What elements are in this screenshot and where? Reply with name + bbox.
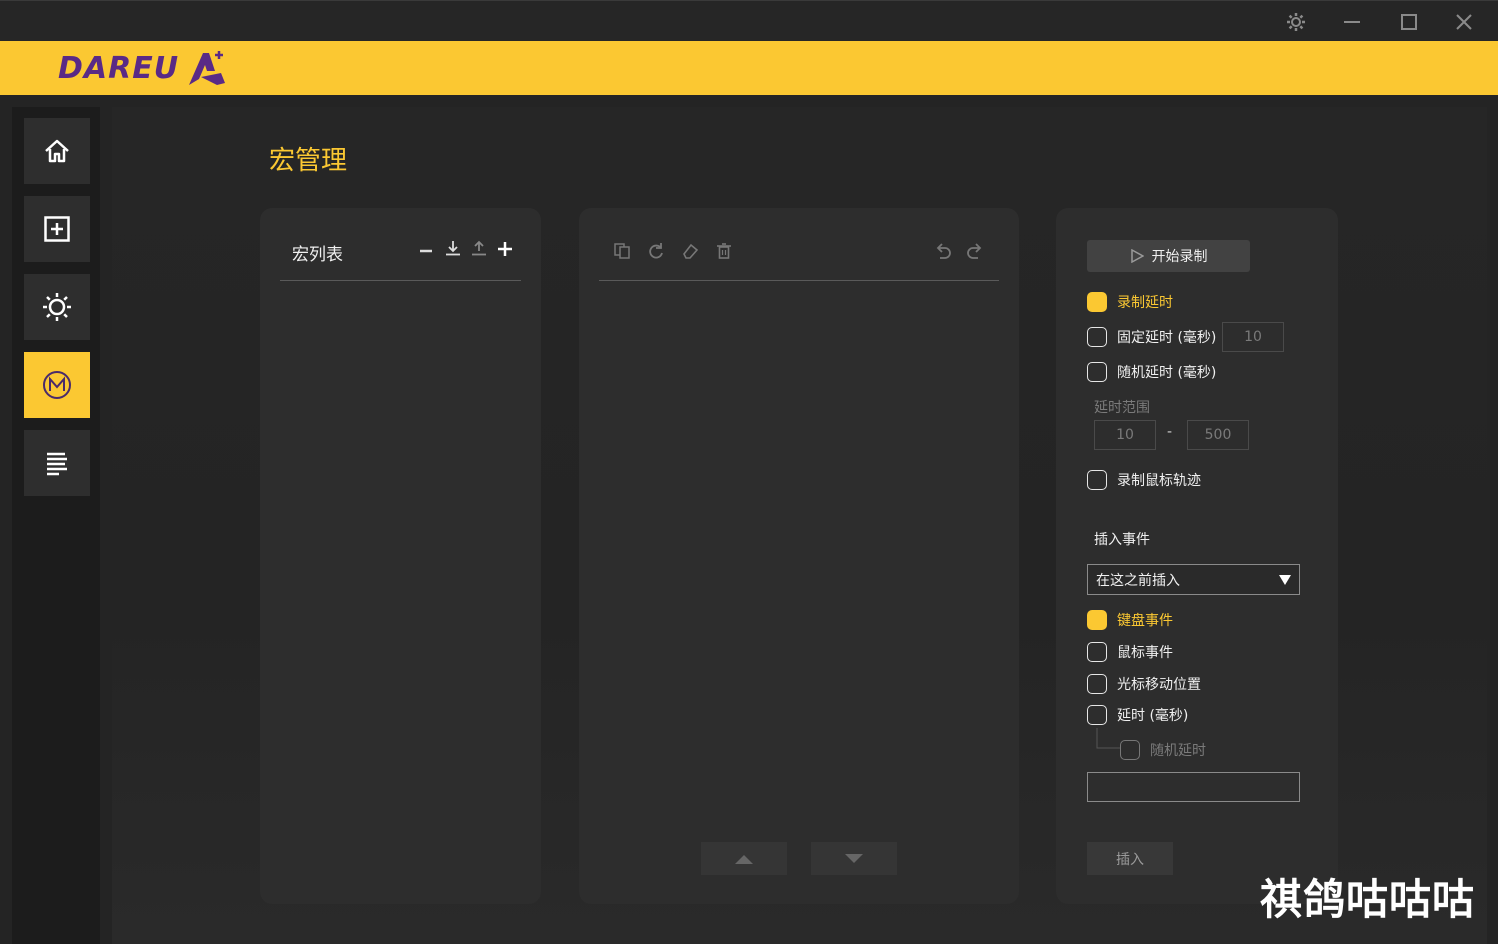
insert-position-select[interactable]: 在这之前插入 bbox=[1087, 564, 1300, 595]
cursor-move-label: 光标移动位置 bbox=[1117, 677, 1201, 693]
brightness-icon bbox=[43, 293, 71, 321]
random-delay-option[interactable]: 随机延时 (毫秒) bbox=[1087, 362, 1216, 382]
copy-button[interactable] bbox=[612, 241, 632, 261]
mouse-event-label: 鼠标事件 bbox=[1117, 645, 1173, 661]
keyboard-event-label: 键盘事件 bbox=[1117, 613, 1173, 629]
delete-macro-button[interactable] bbox=[417, 241, 435, 259]
export-macro-button[interactable] bbox=[470, 239, 488, 257]
range-separator: - bbox=[1167, 424, 1173, 440]
insert-random-delay-label: 随机延时 bbox=[1150, 743, 1206, 759]
record-delay-option[interactable]: 录制延时 bbox=[1087, 292, 1173, 312]
random-delay-label: 随机延时 (毫秒) bbox=[1117, 365, 1217, 381]
undo-button[interactable] bbox=[933, 241, 953, 261]
range-min-input[interactable]: 10 bbox=[1094, 420, 1156, 450]
record-mouse-track-checkbox[interactable] bbox=[1087, 470, 1107, 490]
copy-icon bbox=[614, 243, 630, 259]
export-icon bbox=[472, 240, 486, 256]
record-mouse-track-option[interactable]: 录制鼠标轨迹 bbox=[1087, 470, 1201, 490]
maximize-icon[interactable] bbox=[1396, 9, 1422, 35]
insert-random-delay-option[interactable]: 随机延时 bbox=[1120, 740, 1206, 760]
insert-position-value: 在这之前插入 bbox=[1096, 572, 1180, 589]
keyboard-event-option[interactable]: 键盘事件 bbox=[1087, 610, 1173, 630]
repeat-button[interactable] bbox=[646, 241, 666, 261]
delay-ms-checkbox[interactable] bbox=[1087, 705, 1107, 725]
record-mouse-track-label: 录制鼠标轨迹 bbox=[1117, 473, 1201, 489]
text-lines-icon bbox=[47, 452, 67, 476]
event-value-input[interactable] bbox=[1087, 772, 1300, 802]
plus-icon bbox=[498, 242, 512, 256]
home-icon bbox=[45, 139, 69, 163]
insert-event-label: 插入事件 bbox=[1094, 532, 1150, 548]
macro-editor-panel bbox=[579, 208, 1019, 904]
nav-log[interactable] bbox=[24, 430, 90, 496]
undo-icon bbox=[936, 243, 951, 259]
record-delay-label: 录制延时 bbox=[1117, 295, 1173, 311]
settings-gear-icon[interactable] bbox=[1283, 9, 1309, 35]
move-up-button[interactable] bbox=[701, 842, 787, 875]
nav-lighting[interactable] bbox=[24, 274, 90, 340]
mouse-event-checkbox[interactable] bbox=[1087, 642, 1107, 662]
tree-connector bbox=[1096, 728, 1120, 749]
eraser-icon bbox=[683, 243, 699, 259]
macro-m-icon bbox=[43, 371, 71, 399]
fixed-delay-checkbox[interactable] bbox=[1087, 327, 1107, 347]
delete-button[interactable] bbox=[714, 241, 734, 261]
insert-random-delay-checkbox[interactable] bbox=[1120, 740, 1140, 760]
mouse-event-option[interactable]: 鼠标事件 bbox=[1087, 642, 1173, 662]
page-title: 宏管理 bbox=[269, 146, 348, 176]
record-options-panel: 开始录制 录制延时 固定延时 (毫秒) 10 随机延时 (毫秒) 延时范围 10… bbox=[1056, 208, 1338, 904]
random-delay-checkbox[interactable] bbox=[1087, 362, 1107, 382]
dareu-logo: DAREU bbox=[58, 45, 229, 91]
import-icon bbox=[446, 241, 460, 256]
delay-ms-option[interactable]: 延时 (毫秒) bbox=[1087, 705, 1188, 725]
nav-home[interactable] bbox=[24, 118, 90, 184]
dropdown-arrow-icon bbox=[1279, 574, 1291, 585]
insert-button[interactable]: 插入 bbox=[1087, 842, 1173, 875]
start-record-label: 开始录制 bbox=[1151, 249, 1208, 265]
nav-add[interactable] bbox=[24, 196, 90, 262]
brand-bar: DAREU bbox=[0, 41, 1498, 95]
nav-macro[interactable] bbox=[24, 352, 90, 418]
redo-button[interactable] bbox=[965, 241, 985, 261]
close-icon[interactable] bbox=[1451, 9, 1477, 35]
cursor-move-checkbox[interactable] bbox=[1087, 674, 1107, 694]
cursor-move-option[interactable]: 光标移动位置 bbox=[1087, 674, 1201, 694]
logo-a-mark-icon bbox=[189, 51, 226, 85]
fixed-delay-label: 固定延时 (毫秒) bbox=[1117, 330, 1217, 346]
delay-range-label: 延时范围 bbox=[1094, 400, 1150, 416]
minimize-icon[interactable] bbox=[1339, 9, 1365, 35]
fixed-delay-option[interactable]: 固定延时 (毫秒) bbox=[1087, 327, 1216, 347]
range-max-input[interactable]: 500 bbox=[1187, 420, 1249, 450]
triangle-down-icon bbox=[845, 853, 863, 863]
import-macro-button[interactable] bbox=[444, 239, 462, 257]
move-down-button[interactable] bbox=[811, 842, 897, 875]
add-square-icon bbox=[44, 216, 70, 242]
watermark: 祺鸽咕咕咕 bbox=[1260, 875, 1476, 924]
erase-button[interactable] bbox=[680, 241, 700, 261]
divider bbox=[599, 280, 999, 281]
delay-ms-label: 延时 (毫秒) bbox=[1117, 708, 1189, 724]
fixed-delay-input[interactable]: 10 bbox=[1222, 322, 1284, 352]
macro-list-title: 宏列表 bbox=[292, 245, 343, 265]
play-icon bbox=[1130, 249, 1144, 263]
redo-circle-icon bbox=[649, 243, 663, 259]
redo-icon bbox=[967, 243, 982, 259]
record-delay-checkbox[interactable] bbox=[1087, 292, 1107, 312]
minus-icon bbox=[420, 249, 432, 253]
start-record-button[interactable]: 开始录制 bbox=[1087, 240, 1250, 272]
add-macro-button[interactable] bbox=[496, 240, 514, 258]
sidebar bbox=[12, 107, 100, 944]
logo-text: DAREU bbox=[58, 50, 180, 86]
title-bar bbox=[0, 0, 1498, 41]
macro-list-panel: 宏列表 bbox=[260, 208, 541, 904]
trash-icon bbox=[717, 243, 731, 259]
divider bbox=[280, 280, 521, 281]
keyboard-event-checkbox[interactable] bbox=[1087, 610, 1107, 630]
triangle-up-icon bbox=[735, 854, 753, 864]
